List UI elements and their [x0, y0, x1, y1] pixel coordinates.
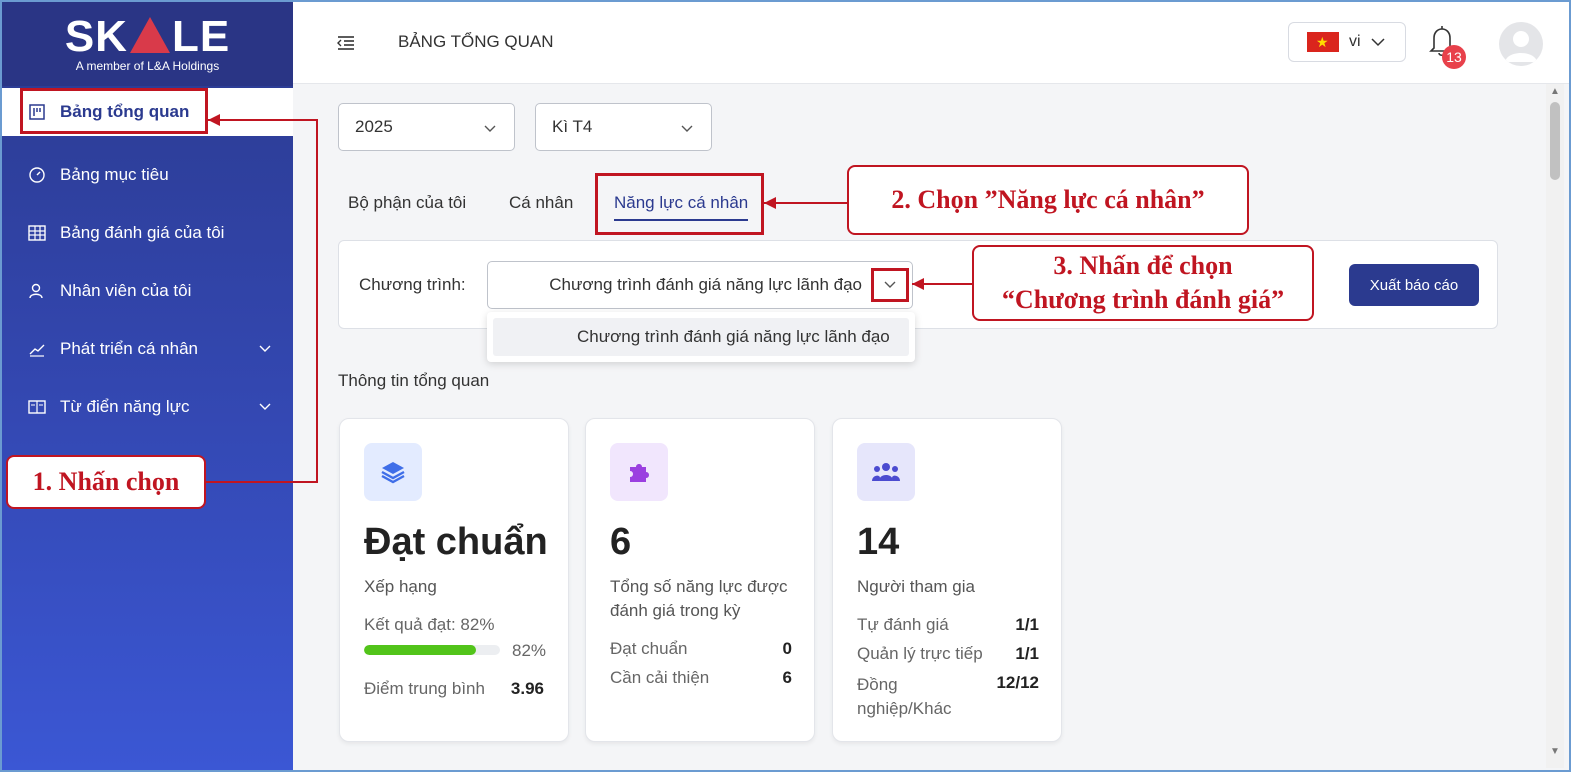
tab-individual[interactable]: Cá nhân	[509, 193, 573, 213]
chevron-down-icon	[484, 118, 496, 138]
sidebar-item-competency-dictionary[interactable]: Từ điển năng lực	[2, 378, 293, 436]
sidebar-item-my-reviews[interactable]: Bảng đánh giá của tôi	[2, 204, 293, 262]
result-label: Kết quả đạt: 82%	[364, 615, 495, 634]
sidebar-nav: Bảng tổng quan Bảng mục tiêu Bảng đánh g…	[2, 88, 293, 436]
annotation-line	[764, 202, 848, 204]
sidebar-item-label: Bảng mục tiêu	[60, 165, 169, 184]
chevron-down-icon	[259, 400, 271, 414]
annotation-line	[208, 119, 318, 121]
stat-row: Cần cải thiện 6	[610, 668, 792, 687]
year-select[interactable]: 2025	[338, 103, 515, 151]
callout-step-2: 2. Chọn ”Năng lực cá nhân”	[847, 165, 1249, 235]
callout-step-3: 3. Nhấn để chọn “Chương trình đánh giá”	[972, 245, 1314, 321]
stat-row: Tự đánh giá 1/1	[857, 615, 1039, 634]
ranking-card: Đạt chuẩn Xếp hạng Kết quả đạt: 82% 82% …	[339, 418, 569, 742]
sidebar-item-label: Phát triển cá nhân	[60, 339, 198, 358]
scroll-thumb[interactable]	[1550, 102, 1560, 180]
notification-badge: 13	[1442, 45, 1466, 69]
overview-section-title: Thông tin tổng quan	[338, 371, 490, 390]
sidebar-item-goals[interactable]: Bảng mục tiêu	[2, 146, 293, 204]
arrow-left-icon	[208, 114, 220, 126]
sidebar-item-label: Từ điển năng lực	[60, 397, 190, 416]
language-value: vi	[1349, 33, 1361, 50]
program-dropdown-toggle[interactable]	[871, 268, 909, 302]
chevron-down-icon	[259, 342, 271, 356]
annotation-line	[205, 481, 318, 483]
chart-line-icon	[28, 340, 46, 358]
language-select[interactable]: vi	[1288, 22, 1406, 62]
book-icon	[28, 398, 46, 416]
progress-percent: 82%	[512, 641, 547, 660]
gauge-icon	[28, 166, 46, 184]
scroll-down-icon[interactable]: ▼	[1550, 746, 1560, 757]
stat-row: Quản lý trực tiếp 1/1	[857, 644, 1039, 663]
competency-count-card: 6 Tổng số năng lực được đánh giá trong k…	[585, 418, 815, 742]
vertical-scrollbar[interactable]: ▲ ▼	[1546, 84, 1564, 768]
logo-subtitle: A member of L&A Holdings	[75, 59, 220, 73]
arrow-left-icon	[912, 278, 924, 290]
top-header: BẢNG TỔNG QUAN vi 13	[293, 2, 1569, 84]
chevron-down-icon	[681, 118, 693, 138]
competency-count-subtitle: Tổng số năng lực được đánh giá trong kỳ	[610, 577, 788, 620]
vietnam-flag-icon	[1307, 32, 1339, 52]
annotation-line	[316, 119, 318, 483]
period-select[interactable]: Kì T4	[535, 103, 712, 151]
menu-toggle-button[interactable]	[327, 24, 365, 62]
participants-subtitle: Người tham gia	[857, 577, 975, 596]
logo[interactable]: SK LE A member of L&A Holdings	[2, 2, 293, 86]
program-dropdown-menu: Chương trình đánh giá năng lực lãnh đạo	[487, 312, 915, 362]
stat-row: Đạt chuẩn 0	[610, 639, 792, 658]
users-icon	[28, 282, 46, 300]
period-value: Kì T4	[552, 117, 593, 136]
ranking-subtitle: Xếp hạng	[364, 577, 437, 596]
layers-icon	[364, 443, 422, 501]
sidebar-item-my-employees[interactable]: Nhân viên của tôi	[2, 262, 293, 320]
program-selected-value: Chương trình đánh giá năng lực lãnh đạo	[549, 275, 862, 294]
stat-row: Đồng nghiệp/Khác 12/12	[857, 673, 1039, 718]
average-score-row: Điểm trung bình 3.96	[364, 679, 544, 698]
tab-my-department[interactable]: Bộ phận của tôi	[348, 193, 466, 213]
sidebar-item-label: Bảng đánh giá của tôi	[60, 223, 225, 242]
ranking-value: Đạt chuẩn	[364, 521, 548, 563]
puzzle-icon	[610, 443, 668, 501]
program-option[interactable]: Chương trình đánh giá năng lực lãnh đạo	[493, 318, 909, 356]
competency-count-value: 6	[610, 521, 632, 563]
highlight-tab	[595, 173, 764, 235]
year-value: 2025	[355, 117, 393, 136]
program-select[interactable]: Chương trình đánh giá năng lực lãnh đạo	[487, 261, 913, 309]
scroll-up-icon[interactable]: ▲	[1550, 86, 1560, 97]
users-group-icon	[857, 443, 915, 501]
result-progress-bar	[364, 645, 500, 655]
chevron-down-icon	[884, 281, 896, 288]
avatar[interactable]	[1499, 22, 1543, 66]
page-title: BẢNG TỔNG QUAN	[398, 32, 554, 51]
sidebar-item-personal-development[interactable]: Phát triển cá nhân	[2, 320, 293, 378]
chevron-down-icon	[1371, 37, 1385, 46]
callout-step-1: 1. Nhấn chọn	[6, 455, 206, 509]
participants-value: 14	[857, 521, 900, 563]
arrow-left-icon	[764, 197, 776, 209]
table-icon	[28, 224, 46, 242]
menu-collapse-icon	[337, 36, 354, 50]
highlight-dashboard	[20, 88, 208, 134]
export-report-button[interactable]: Xuất báo cáo	[1349, 264, 1479, 306]
logo-mark: SK LE	[64, 12, 231, 61]
program-label: Chương trình:	[359, 275, 466, 294]
sidebar-item-label: Nhân viên của tôi	[60, 281, 192, 300]
participants-card: 14 Người tham gia Tự đánh giá 1/1 Quản lý…	[832, 418, 1062, 742]
